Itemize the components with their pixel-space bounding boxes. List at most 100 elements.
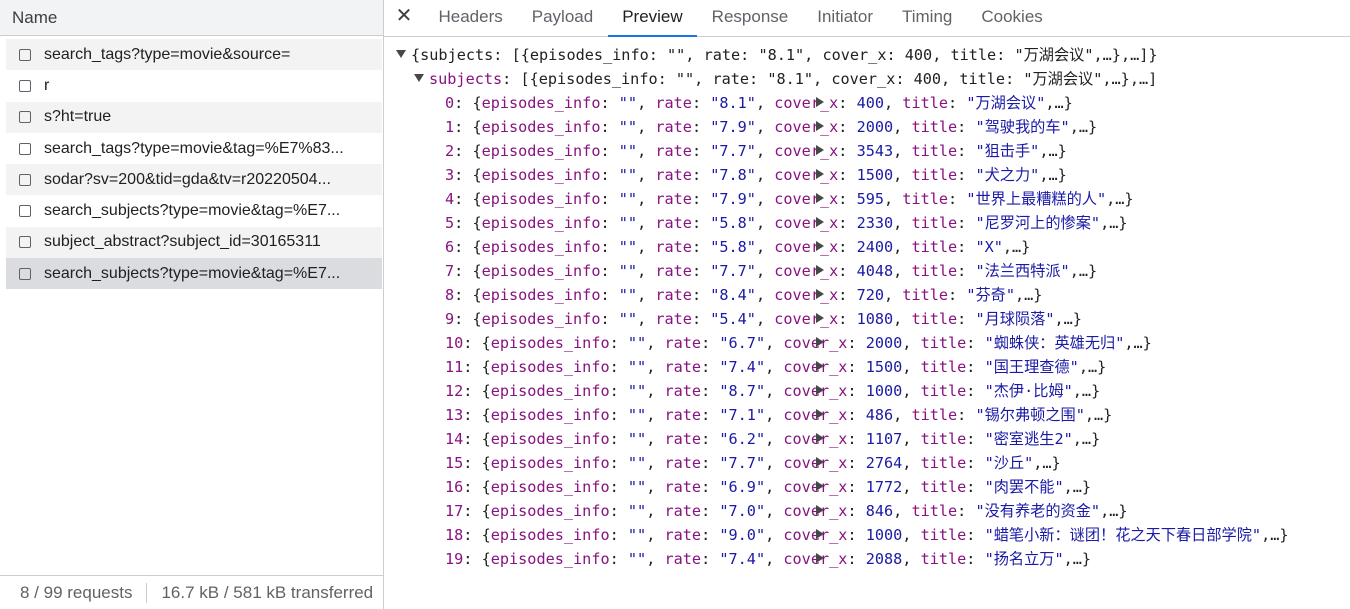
json-rate-value: "6.2" [719, 430, 766, 448]
expand-triangle-icon[interactable] [816, 216, 824, 227]
request-row[interactable]: search_tags?type=movie&source= [6, 39, 382, 71]
tab-timing[interactable]: Timing [887, 0, 966, 36]
json-key: cover_x [774, 118, 839, 136]
name-column-header[interactable]: Name [0, 0, 383, 36]
json-key: cover_x [774, 262, 839, 280]
expand-triangle-icon[interactable] [816, 408, 824, 419]
expand-triangle-icon[interactable] [816, 528, 824, 539]
json-key: rate [664, 406, 702, 424]
json-key: episodes_info [481, 118, 601, 136]
json-cover-x-value: 2088 [865, 550, 903, 568]
request-name: search_tags?type=movie&source= [44, 45, 291, 63]
json-key: episodes_info [490, 382, 610, 400]
request-row[interactable]: search_tags?type=movie&tag=%E7%83... [6, 133, 382, 164]
expand-triangle-icon[interactable] [816, 336, 824, 347]
json-string-value: "" [618, 238, 638, 256]
expand-triangle-icon[interactable] [816, 288, 824, 299]
expand-triangle-icon[interactable] [816, 120, 824, 131]
json-item-line[interactable]: 9: {episodes_info: "", rate: "5.4", cove… [384, 307, 1350, 331]
json-key: rate [655, 118, 692, 136]
json-key: episodes_info [481, 262, 601, 280]
json-item-line[interactable]: 1: {episodes_info: "", rate: "7.9", cove… [384, 115, 1350, 139]
json-title-value: "犬之力" [975, 166, 1040, 184]
json-item-line[interactable]: 2: {episodes_info: "", rate: "7.7", cove… [384, 139, 1350, 163]
json-title-value: "蜡笔小新：谜团！花之天下春日部学院" [984, 526, 1262, 544]
expand-triangle-icon[interactable] [816, 192, 824, 203]
json-item-line[interactable]: 12: {episodes_info: "", rate: "8.7", cov… [384, 379, 1350, 403]
json-item-line[interactable]: 19: {episodes_info: "", rate: "7.4", cov… [384, 547, 1350, 571]
expand-triangle-icon[interactable] [816, 240, 824, 251]
expand-triangle-icon[interactable] [816, 480, 824, 491]
json-item-line[interactable]: 11: {episodes_info: "", rate: "7.4", cov… [384, 355, 1350, 379]
json-item-line[interactable]: 4: {episodes_info: "", rate: "7.9", cove… [384, 187, 1350, 211]
json-root-line[interactable]: {subjects: [{episodes_info: "", rate: "8… [384, 43, 1350, 67]
request-row[interactable]: subject_abstract?subject_id=30165311 [6, 226, 382, 259]
json-key: rate [655, 94, 692, 112]
request-row[interactable]: search_subjects?type=movie&tag=%E7... [6, 195, 382, 226]
json-string-value: "" [627, 478, 647, 496]
expand-triangle-icon[interactable] [816, 552, 824, 563]
json-key: episodes_info [481, 310, 601, 328]
json-key: episodes_info [481, 214, 601, 232]
expand-triangle-icon[interactable] [816, 168, 824, 179]
json-item-line[interactable]: 3: {episodes_info: "", rate: "7.8", cove… [384, 163, 1350, 187]
tab-cookies[interactable]: Cookies [967, 0, 1057, 36]
json-item-line[interactable]: 0: {episodes_info: "", rate: "8.1", cove… [384, 91, 1350, 115]
json-title-value: "狙击手" [975, 142, 1040, 160]
expand-triangle-icon[interactable] [816, 456, 824, 467]
json-cover-x-value: 1772 [865, 478, 903, 496]
tab-preview[interactable]: Preview [607, 0, 698, 37]
request-checkbox-icon [19, 173, 31, 186]
expand-triangle-icon[interactable] [396, 49, 406, 58]
json-rate-value: "5.8" [710, 238, 756, 256]
json-item-line[interactable]: 5: {episodes_info: "", rate: "5.8", cove… [384, 211, 1350, 235]
json-rate-value: "7.0" [719, 502, 766, 520]
request-row[interactable]: r [6, 70, 382, 101]
json-key: title [911, 310, 958, 328]
close-icon[interactable]: ✕ [384, 0, 424, 36]
json-subjects-line[interactable]: subjects: [{episodes_info: "", rate: "8.… [384, 67, 1350, 91]
json-cover-x-value: 2764 [865, 454, 903, 472]
json-title-value: "世界上最糟糕的人" [966, 190, 1107, 208]
json-key: title [911, 214, 958, 232]
json-key: subjects [429, 70, 503, 88]
json-item-line[interactable]: 6: {episodes_info: "", rate: "5.8", cove… [384, 235, 1350, 259]
json-item-line[interactable]: 10: {episodes_info: "", rate: "6.7", cov… [384, 331, 1350, 355]
json-item-line[interactable]: 17: {episodes_info: "", rate: "7.0", cov… [384, 499, 1350, 523]
json-item-line[interactable]: 16: {episodes_info: "", rate: "6.9", cov… [384, 475, 1350, 499]
json-key: episodes_info [490, 406, 610, 424]
json-item-line[interactable]: 7: {episodes_info: "", rate: "7.7", cove… [384, 259, 1350, 283]
json-item-line[interactable]: 15: {episodes_info: "", rate: "7.7", cov… [384, 451, 1350, 475]
expand-triangle-icon[interactable] [816, 432, 824, 443]
expand-triangle-icon[interactable] [414, 73, 424, 82]
transferred-size: 16.7 kB / 581 kB transferred [161, 582, 374, 602]
expand-triangle-icon[interactable] [816, 264, 824, 275]
json-rate-value: "8.1" [710, 94, 756, 112]
json-key: title [911, 238, 958, 256]
tab-headers[interactable]: Headers [424, 0, 517, 36]
expand-triangle-icon[interactable] [816, 144, 824, 155]
json-cover-x-value: 400 [856, 94, 884, 112]
expand-triangle-icon[interactable] [816, 360, 824, 371]
json-key: title [902, 286, 949, 304]
json-string-value: "" [618, 214, 638, 232]
expand-triangle-icon[interactable] [816, 384, 824, 395]
json-item-line[interactable]: 8: {episodes_info: "", rate: "8.4", cove… [384, 283, 1350, 307]
json-key: title [920, 550, 967, 568]
json-cover-x-value: 846 [865, 502, 894, 520]
json-title-value: "驾驶我的车" [975, 118, 1070, 136]
json-item-index: 13 [445, 406, 464, 424]
expand-triangle-icon[interactable] [816, 96, 824, 107]
request-row[interactable]: sodar?sv=200&tid=gda&tv=r20220504... [6, 164, 382, 196]
json-item-index: 15 [445, 454, 464, 472]
request-row-selected[interactable]: search_subjects?type=movie&tag=%E7... [6, 258, 382, 290]
expand-triangle-icon[interactable] [816, 504, 824, 515]
tab-response[interactable]: Response [697, 0, 803, 36]
request-row[interactable]: s?ht=true [6, 101, 382, 133]
tab-initiator[interactable]: Initiator [803, 0, 888, 36]
tab-payload[interactable]: Payload [517, 0, 607, 36]
json-item-line[interactable]: 18: {episodes_info: "", rate: "9.0", cov… [384, 523, 1350, 547]
json-item-line[interactable]: 13: {episodes_info: "", rate: "7.1", cov… [384, 403, 1350, 427]
json-item-line[interactable]: 14: {episodes_info: "", rate: "6.2", cov… [384, 427, 1350, 451]
expand-triangle-icon[interactable] [816, 312, 824, 323]
